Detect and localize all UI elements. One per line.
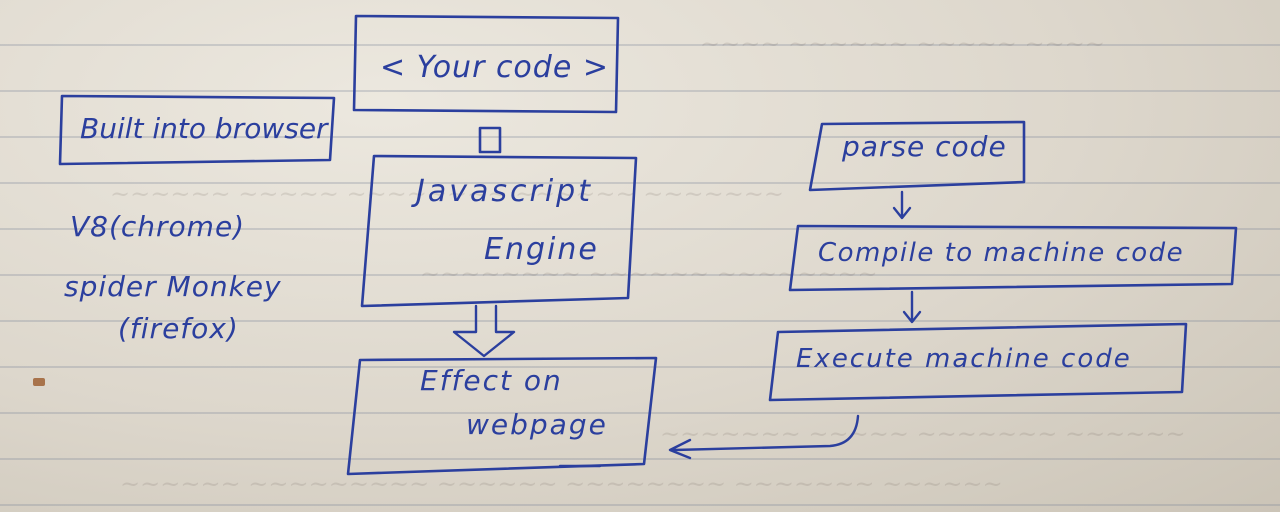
your-code-label: < Your code >: [380, 50, 609, 85]
compile-to-execute-arrow: [902, 290, 922, 324]
built-into-label: Built into browser: [80, 112, 328, 145]
execute-label: Execute machine code: [796, 344, 1132, 374]
effect-label-line2: webpage: [466, 408, 608, 441]
execute-to-effect-arrow: [668, 414, 860, 460]
firefox-label: (firefox): [118, 312, 239, 345]
parse-label: parse code: [842, 130, 1007, 163]
spider-monkey-label: spider Monkey: [64, 270, 282, 303]
engine-label-line2: Engine: [484, 232, 599, 267]
engine-label-line1: Javascript: [416, 174, 593, 209]
connector-square: [478, 126, 502, 154]
engine-to-effect-arrow: [452, 304, 516, 358]
v8-label: V8(chrome): [70, 210, 246, 243]
compile-label: Compile to machine code: [818, 238, 1185, 268]
parse-to-compile-arrow: [892, 190, 912, 220]
effect-label-line1: Effect on: [420, 364, 563, 397]
